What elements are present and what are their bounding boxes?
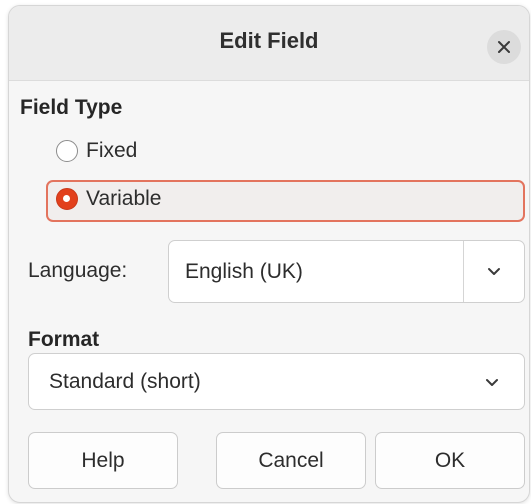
chevron-down-icon: [486, 379, 498, 386]
help-button[interactable]: Help: [28, 432, 178, 489]
chevron-down-icon[interactable]: [486, 265, 502, 277]
radio-fixed[interactable]: Fixed: [56, 139, 137, 163]
language-select[interactable]: English (UK): [168, 240, 525, 303]
close-icon: [498, 41, 510, 53]
dialog-title: Edit Field: [219, 28, 319, 53]
title-bar: Edit Field: [9, 6, 529, 81]
close-button[interactable]: [487, 30, 521, 64]
radio-variable[interactable]: Variable: [56, 187, 162, 211]
radio-fixed-label: Fixed: [86, 139, 138, 162]
edit-field-dialog: Edit Field Field Type Fixed Variable Lan…: [8, 5, 530, 503]
radio-variable-label: Variable: [86, 187, 162, 210]
field-type-heading: Field Type: [20, 96, 123, 119]
radio-checked-icon[interactable]: [56, 188, 78, 210]
radio-unchecked-icon[interactable]: [56, 140, 78, 162]
format-heading: Format: [28, 328, 100, 351]
language-value: English (UK): [185, 260, 303, 283]
format-select[interactable]: Standard (short): [28, 353, 525, 410]
combo-separator: [463, 241, 464, 302]
language-label: Language:: [28, 259, 128, 282]
ok-button[interactable]: OK: [375, 432, 525, 489]
cancel-button[interactable]: Cancel: [216, 432, 366, 489]
format-value: Standard (short): [49, 370, 201, 393]
